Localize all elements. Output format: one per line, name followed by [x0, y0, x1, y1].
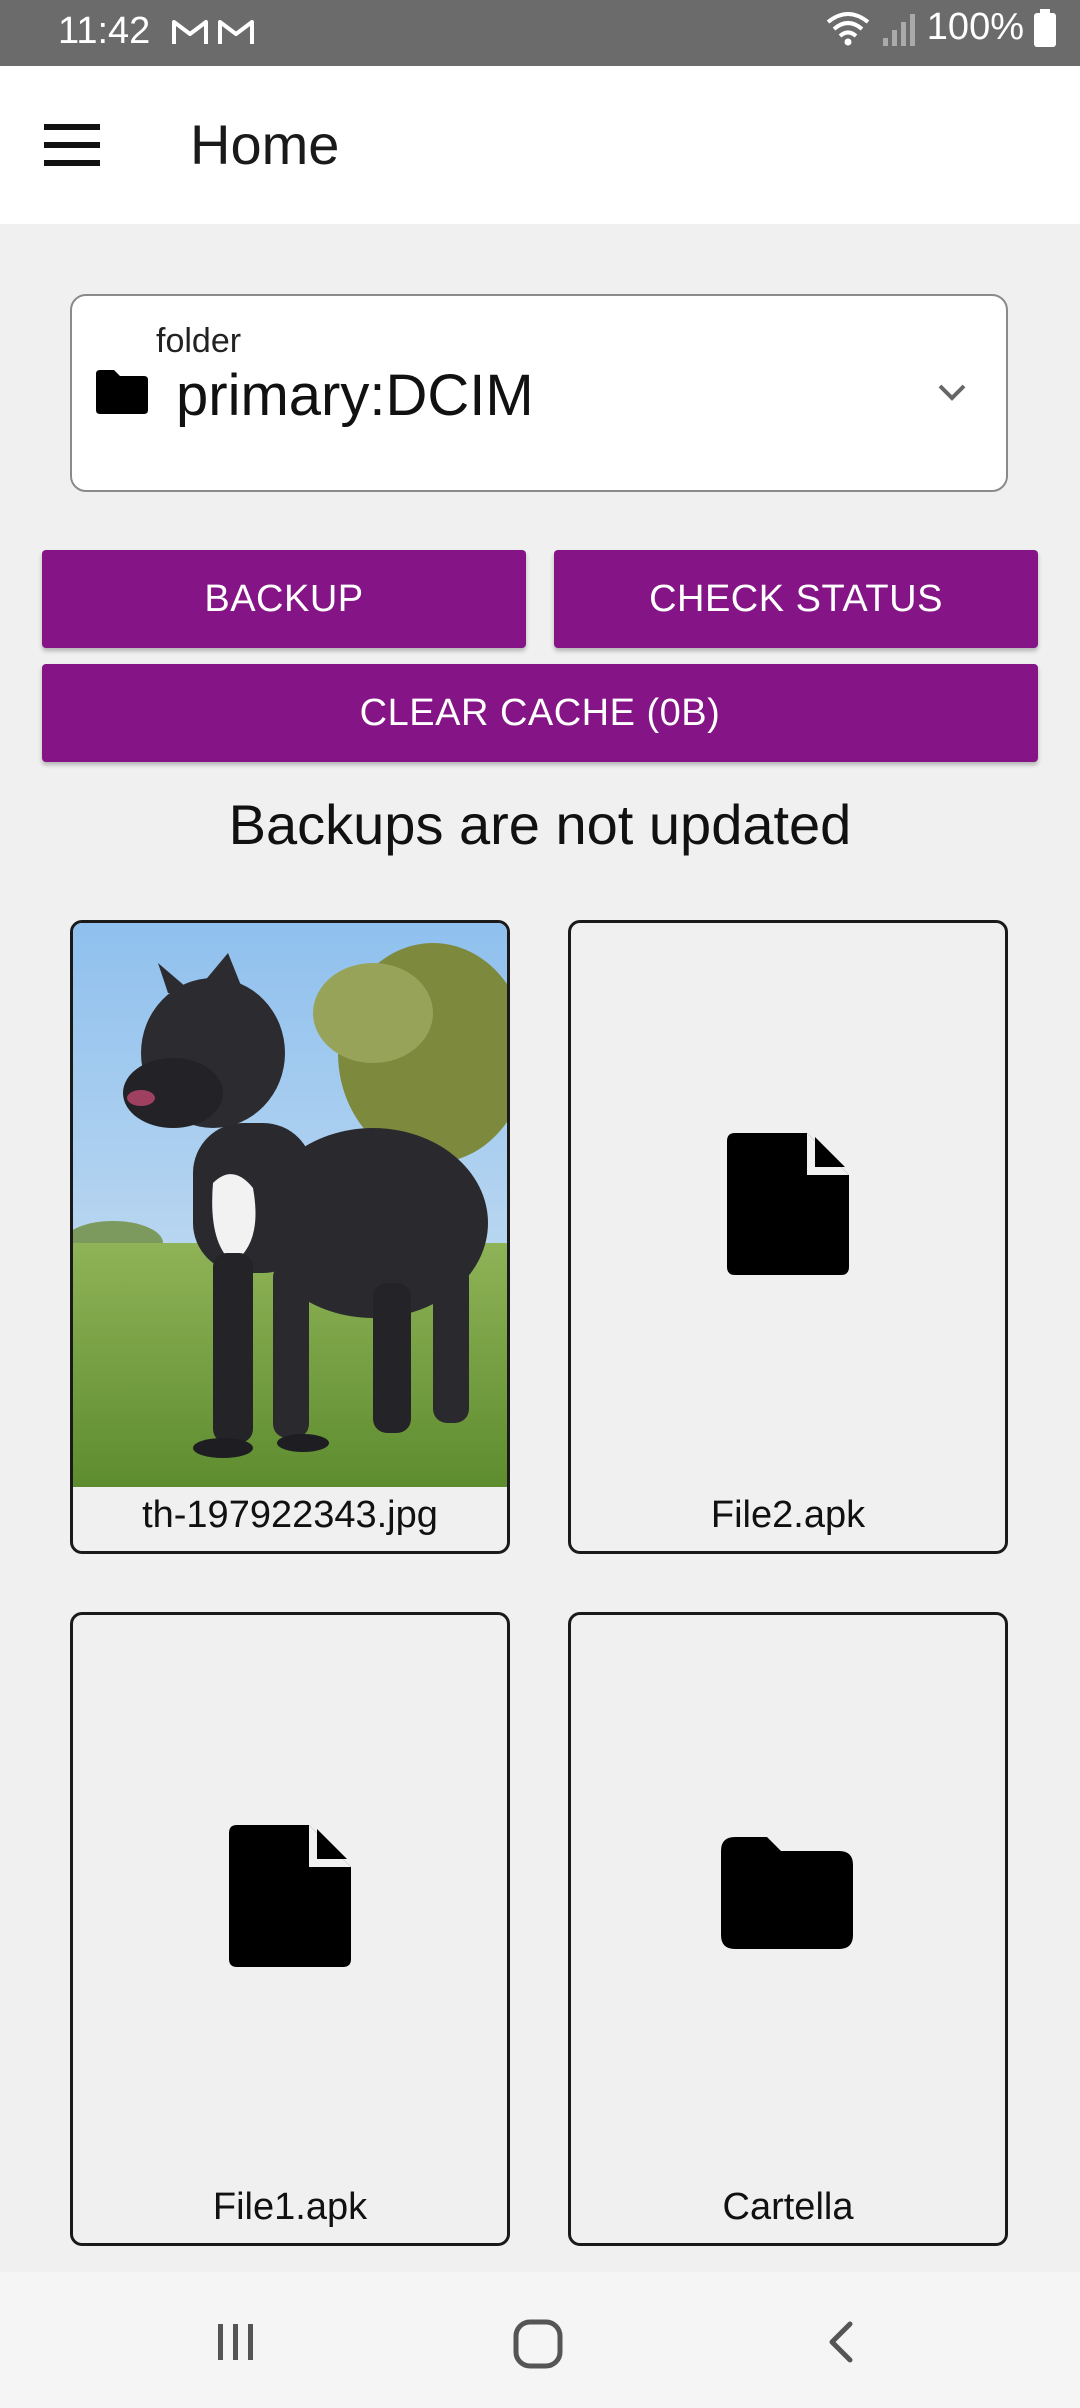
file-name: th-197922343.jpg: [142, 1494, 438, 1536]
file-card[interactable]: th-197922343.jpg: [70, 920, 510, 1554]
page-title: Home: [190, 113, 340, 176]
battery-icon: [1034, 8, 1056, 47]
recents-icon[interactable]: [212, 2318, 260, 2366]
file-name: File1.apk: [212, 2186, 368, 2228]
check-status-button[interactable]: CHECK STATUS: [554, 550, 1038, 648]
file-card[interactable]: Cartella: [568, 1612, 1008, 2246]
folder-icon: [96, 370, 148, 414]
battery-percent: 100%: [926, 6, 1024, 48]
status-time: 11:42: [58, 10, 151, 52]
app-bar: Home: [0, 66, 1080, 224]
folder-select-value: primary:DCIM: [176, 363, 534, 428]
file-icon: [727, 1133, 849, 1275]
file-card[interactable]: File2.apk: [568, 920, 1008, 1554]
system-nav-bar: [0, 2272, 1080, 2408]
folder-icon: [721, 1837, 853, 1949]
dog-photo-thumbnail: [73, 923, 507, 1487]
chevron-down-icon[interactable]: [934, 378, 970, 406]
status-bar: 11:42 100%: [0, 0, 1080, 66]
folder-select[interactable]: folder primary:DCIM: [70, 294, 1008, 492]
file-name: File2.apk: [710, 1494, 866, 1536]
file-icon: [229, 1825, 351, 1967]
wifi-icon: [826, 11, 870, 45]
menu-icon[interactable]: [44, 124, 100, 166]
file-name: Cartella: [722, 2186, 854, 2228]
file-card[interactable]: File1.apk: [70, 1612, 510, 2246]
backup-status-message: Backups are not updated: [228, 793, 852, 856]
gmail-icon: [218, 20, 254, 44]
home-icon[interactable]: [512, 2318, 564, 2370]
back-icon[interactable]: [820, 2318, 864, 2366]
status-right: 100%: [825, 6, 1056, 49]
clear-cache-button[interactable]: CLEAR CACHE (0B): [42, 664, 1038, 762]
backup-button[interactable]: BACKUP: [42, 550, 526, 648]
signal-icon: [882, 13, 915, 46]
folder-select-label: folder: [156, 322, 242, 360]
gmail-icon: [172, 20, 208, 44]
